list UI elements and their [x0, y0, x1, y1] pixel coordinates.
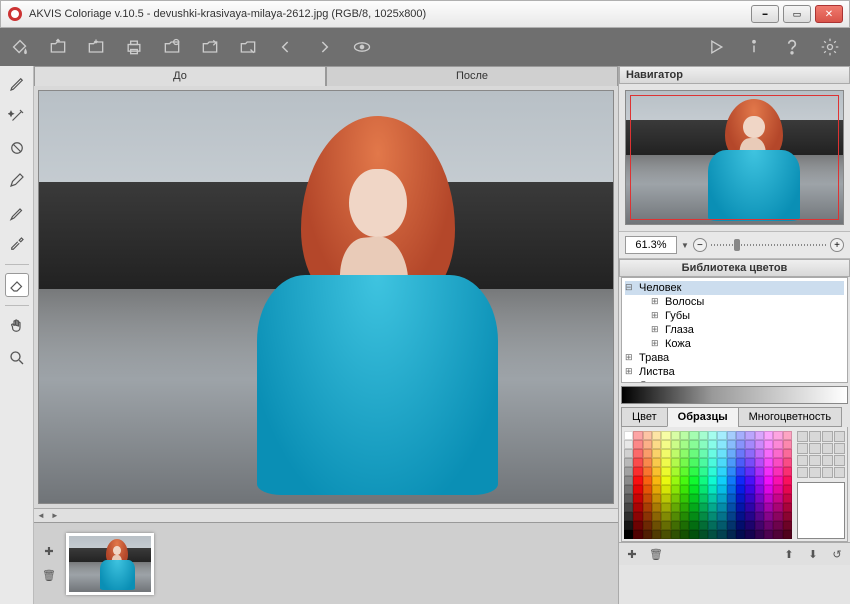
eraser-tool-icon[interactable]: [5, 273, 29, 297]
zoom-out-button[interactable]: −: [693, 238, 707, 252]
open-icon[interactable]: [46, 35, 70, 59]
eyedropper-tool-icon[interactable]: [5, 232, 29, 256]
magic-tool-icon[interactable]: [5, 104, 29, 128]
zoom-tool-icon[interactable]: [5, 346, 29, 370]
center-area: До После ✚ 🗑: [34, 66, 619, 604]
redo-icon[interactable]: [312, 35, 336, 59]
image-preview: [39, 91, 613, 503]
tree-item-tree[interactable]: Дерево: [625, 379, 844, 383]
zoom-dropdown-icon[interactable]: ▼: [681, 241, 689, 250]
recolor-tool-icon[interactable]: [5, 168, 29, 192]
delete-swatch-icon[interactable]: 🗑: [647, 546, 665, 562]
tree-item-eyes[interactable]: Глаза: [651, 323, 844, 337]
tree-item-lips[interactable]: Губы: [651, 309, 844, 323]
zoom-value[interactable]: 61.3%: [625, 236, 677, 254]
tab-color[interactable]: Цвет: [621, 407, 668, 427]
color-palette[interactable]: [624, 431, 793, 539]
app-icon: [7, 6, 23, 22]
run-icon[interactable]: [704, 35, 728, 59]
info-icon[interactable]: [742, 35, 766, 59]
thumbnail[interactable]: [66, 533, 154, 595]
tab-before[interactable]: До: [34, 66, 326, 86]
help-icon[interactable]: [780, 35, 804, 59]
presets-icon[interactable]: [236, 35, 260, 59]
library-title: Библиотека цветов: [619, 259, 850, 277]
close-button[interactable]: [815, 5, 843, 23]
window-title: AKVIS Coloriage v.10.5 - devushki-krasiv…: [29, 8, 751, 20]
navigator-title: Навигатор: [619, 66, 850, 84]
tab-after[interactable]: После: [326, 66, 618, 86]
bucket-icon[interactable]: [8, 35, 32, 59]
main-toolbar: [0, 28, 850, 66]
horizontal-scrollbar[interactable]: [34, 508, 618, 522]
custom-grid[interactable]: [797, 431, 845, 478]
current-color[interactable]: [797, 482, 845, 539]
color-tabs: Цвет Образцы Многоцветность: [621, 407, 848, 427]
swatch-buttons: ✚ 🗑 ⬆ ⬇ ↺: [619, 542, 850, 565]
view-tabs: До После: [34, 66, 618, 86]
preview-icon[interactable]: [350, 35, 374, 59]
canvas[interactable]: [38, 90, 614, 504]
settings-icon[interactable]: [818, 35, 842, 59]
content: До После ✚ 🗑: [0, 66, 850, 604]
maximize-button[interactable]: [783, 5, 811, 23]
window-buttons: [751, 5, 843, 23]
save-swatch-icon[interactable]: ⬇: [804, 546, 822, 562]
zoom-slider[interactable]: [711, 239, 826, 251]
right-panel: Навигатор 61.3% ▼ − + Библиотека цветов …: [619, 66, 850, 604]
undo-icon[interactable]: [274, 35, 298, 59]
export-strokes-icon[interactable]: [198, 35, 222, 59]
custom-swatches: [797, 431, 845, 539]
color-library-tree[interactable]: Человек Волосы Губы Глаза Кожа Трава Лис…: [621, 277, 848, 383]
hand-tool-icon[interactable]: [5, 314, 29, 338]
navigator-box: [619, 84, 850, 231]
canvas-wrap: [34, 86, 618, 508]
tree-item-grass[interactable]: Трава: [625, 351, 844, 365]
tool-strip: [0, 66, 34, 604]
tree-item-hair[interactable]: Волосы: [651, 295, 844, 309]
add-swatch-icon[interactable]: ✚: [623, 546, 641, 562]
pencil-tool-icon[interactable]: [5, 72, 29, 96]
delete-thumb-icon[interactable]: 🗑: [40, 567, 58, 585]
reset-swatch-icon[interactable]: ↺: [828, 546, 846, 562]
zoom-in-button[interactable]: +: [830, 238, 844, 252]
add-thumb-icon[interactable]: ✚: [40, 543, 58, 561]
import-strokes-icon[interactable]: [160, 35, 184, 59]
tree-item-human[interactable]: Человек: [625, 281, 844, 295]
tree-item-leaves[interactable]: Листва: [625, 365, 844, 379]
tube-tool-icon[interactable]: [5, 200, 29, 224]
titlebar: AKVIS Coloriage v.10.5 - devushki-krasiv…: [0, 0, 850, 28]
navigator-preview[interactable]: [625, 90, 844, 225]
tree-item-skin[interactable]: Кожа: [651, 337, 844, 351]
minimize-button[interactable]: [751, 5, 779, 23]
load-swatch-icon[interactable]: ⬆: [780, 546, 798, 562]
swatches-panel: [621, 427, 848, 542]
gradient-bar[interactable]: [621, 386, 848, 404]
tab-multicolor[interactable]: Многоцветность: [738, 407, 843, 427]
zoom-controls: 61.3% ▼ − +: [619, 231, 850, 259]
save-icon[interactable]: [84, 35, 108, 59]
print-icon[interactable]: [122, 35, 146, 59]
thumbnail-strip: ✚ 🗑: [34, 522, 618, 604]
protect-tool-icon[interactable]: [5, 136, 29, 160]
tab-swatches[interactable]: Образцы: [667, 407, 739, 427]
